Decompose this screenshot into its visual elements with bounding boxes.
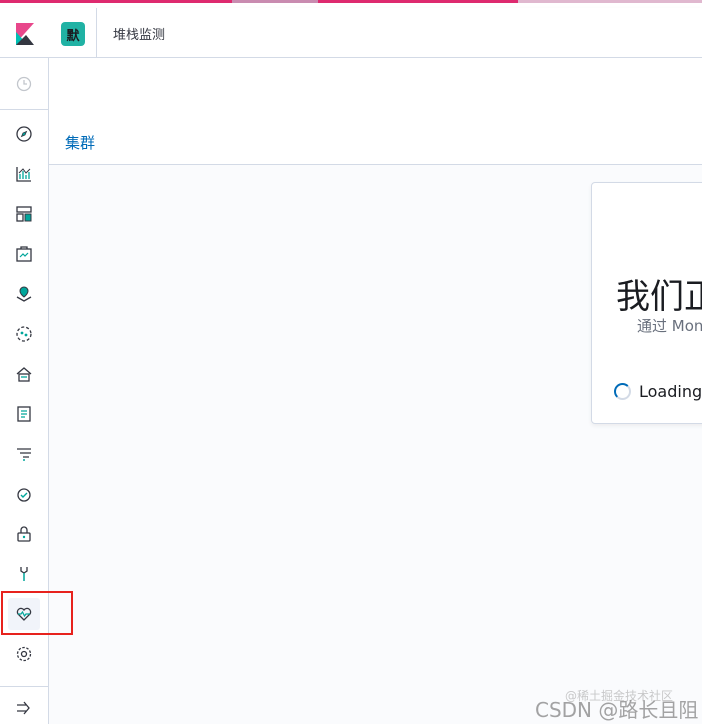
uptime-icon[interactable]: [8, 478, 40, 510]
canvas-icon[interactable]: [8, 238, 40, 270]
breadcrumb: 堆栈监测: [113, 28, 166, 43]
watermark: CSDN @路长且阻: [535, 698, 699, 722]
dev-tools-icon[interactable]: [8, 558, 40, 590]
management-icon[interactable]: [8, 638, 40, 670]
discover-icon[interactable]: [8, 118, 40, 150]
card-subtitle: 通过 Mon: [637, 317, 702, 335]
logs-icon[interactable]: [8, 398, 40, 430]
nav-separator: [0, 686, 49, 687]
recently-viewed-icon[interactable]: [8, 68, 40, 100]
page-subheader: 集群: [49, 58, 702, 165]
spinner-icon: [614, 383, 631, 400]
machine-learning-icon[interactable]: [8, 318, 40, 350]
card-title: 我们正: [616, 277, 702, 317]
stack-monitoring-icon[interactable]: [8, 598, 40, 630]
browser-tab-strip: [0, 0, 702, 8]
nav-separator: [0, 109, 49, 110]
visualize-icon[interactable]: [8, 158, 40, 190]
collapse-nav-icon[interactable]: [8, 692, 40, 724]
apm-icon[interactable]: [8, 438, 40, 470]
siem-icon[interactable]: [8, 518, 40, 550]
loading-text: Loading,: [639, 382, 702, 401]
dashboard-icon[interactable]: [8, 198, 40, 230]
infrastructure-icon[interactable]: [8, 358, 40, 390]
section-title[interactable]: 集群: [65, 132, 95, 153]
space-avatar[interactable]: 默: [61, 22, 85, 46]
loading-indicator: Loading,: [614, 382, 702, 401]
setup-card: 我们正 通过 Mon Loading,: [591, 182, 702, 424]
header-divider: [96, 8, 97, 58]
side-nav: [0, 58, 49, 724]
kibana-logo-icon[interactable]: [13, 23, 35, 45]
top-header: 默 堆栈监测: [0, 8, 702, 58]
maps-icon[interactable]: [8, 278, 40, 310]
